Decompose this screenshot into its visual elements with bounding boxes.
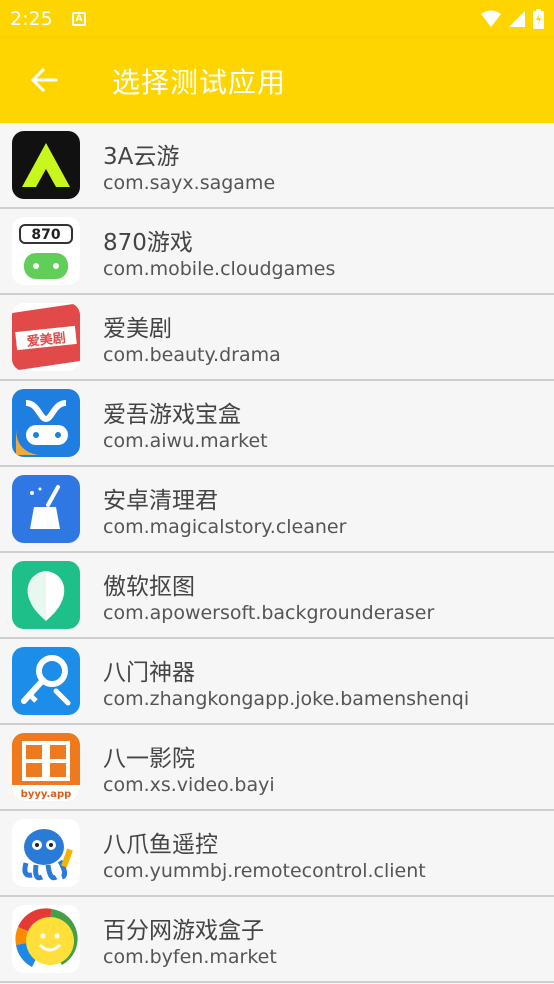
list-item[interactable]: 傲软抠图 com.apowersoft.backgrounderaser [0,553,554,639]
app-name: 百分网游戏盒子 [103,918,264,944]
list-item[interactable]: 爱美剧 爱美剧 com.beauty.drama [0,295,554,381]
cell-signal-icon [509,11,525,27]
aimeiju-icon: 爱美剧 [12,303,80,371]
app-package: com.byfen.market [103,946,277,968]
back-arrow-icon[interactable] [28,64,60,96]
app-bar: 选择测试应用 [0,38,554,123]
list-item[interactable]: 870 870游戏 com.mobile.cloudgames [0,209,554,295]
key-wrench-icon [12,647,80,715]
list-item[interactable]: 百分网游戏盒子 com.byfen.market [0,897,554,983]
app-name: 安卓清理君 [103,488,218,514]
app-name: 870游戏 [103,230,193,256]
app-package: com.sayx.sagame [103,172,276,194]
byyy-icon-text: byyy.app [21,789,72,800]
870-icon-text: 870 [31,227,60,243]
app-name: 爱吾游戏宝盒 [103,402,241,428]
list-item[interactable]: 八爪鱼遥控 com.yummbj.remotecontrol.client [0,811,554,897]
app-package: com.aiwu.market [103,430,268,452]
battery-icon [533,9,544,29]
app-package: com.xs.video.bayi [103,774,275,796]
wifi-icon [481,10,501,27]
app-package: com.zhangkongapp.joke.bamenshenqi [103,688,470,710]
notification-icon: A [72,12,86,26]
app-name: 八一影院 [103,746,195,772]
list-item[interactable]: 八门神器 com.zhangkongapp.joke.bamenshenqi [0,639,554,725]
octopus-icon [12,819,80,887]
smiley-icon [12,905,80,973]
app-package: com.mobile.cloudgames [103,258,336,280]
app-name: 傲软抠图 [103,574,195,600]
app-name: 八门神器 [103,660,195,686]
status-time: 2:25 [10,8,53,30]
list-item[interactable]: 3A云游 com.sayx.sagame [0,123,554,209]
app-name: 八爪鱼遥控 [103,832,218,858]
list-item[interactable]: byyy.app 八一影院 com.xs.video.bayi [0,725,554,811]
app-package: com.yummbj.remotecontrol.client [103,860,426,882]
app-name: 3A云游 [103,144,180,170]
870-game-icon: 870 [12,217,80,285]
app-name: 爱美剧 [103,316,172,342]
list-item[interactable]: 安卓清理君 com.magicalstory.cleaner [0,467,554,553]
page-title: 选择测试应用 [112,66,287,99]
app-list: 3A云游 com.sayx.sagame 870 870游戏 com.mobil… [0,123,554,983]
3a-cloud-game-icon [12,131,80,199]
cleaner-broom-icon [12,475,80,543]
background-eraser-icon [12,561,80,629]
film-strip-icon: byyy.app [12,733,80,801]
aiwu-game-box-icon [12,389,80,457]
status-bar: 2:25 A [0,0,554,38]
app-package: com.magicalstory.cleaner [103,516,347,538]
app-package: com.beauty.drama [103,344,281,366]
app-package: com.apowersoft.backgrounderaser [103,602,435,624]
list-item[interactable]: 爱吾游戏宝盒 com.aiwu.market [0,381,554,467]
